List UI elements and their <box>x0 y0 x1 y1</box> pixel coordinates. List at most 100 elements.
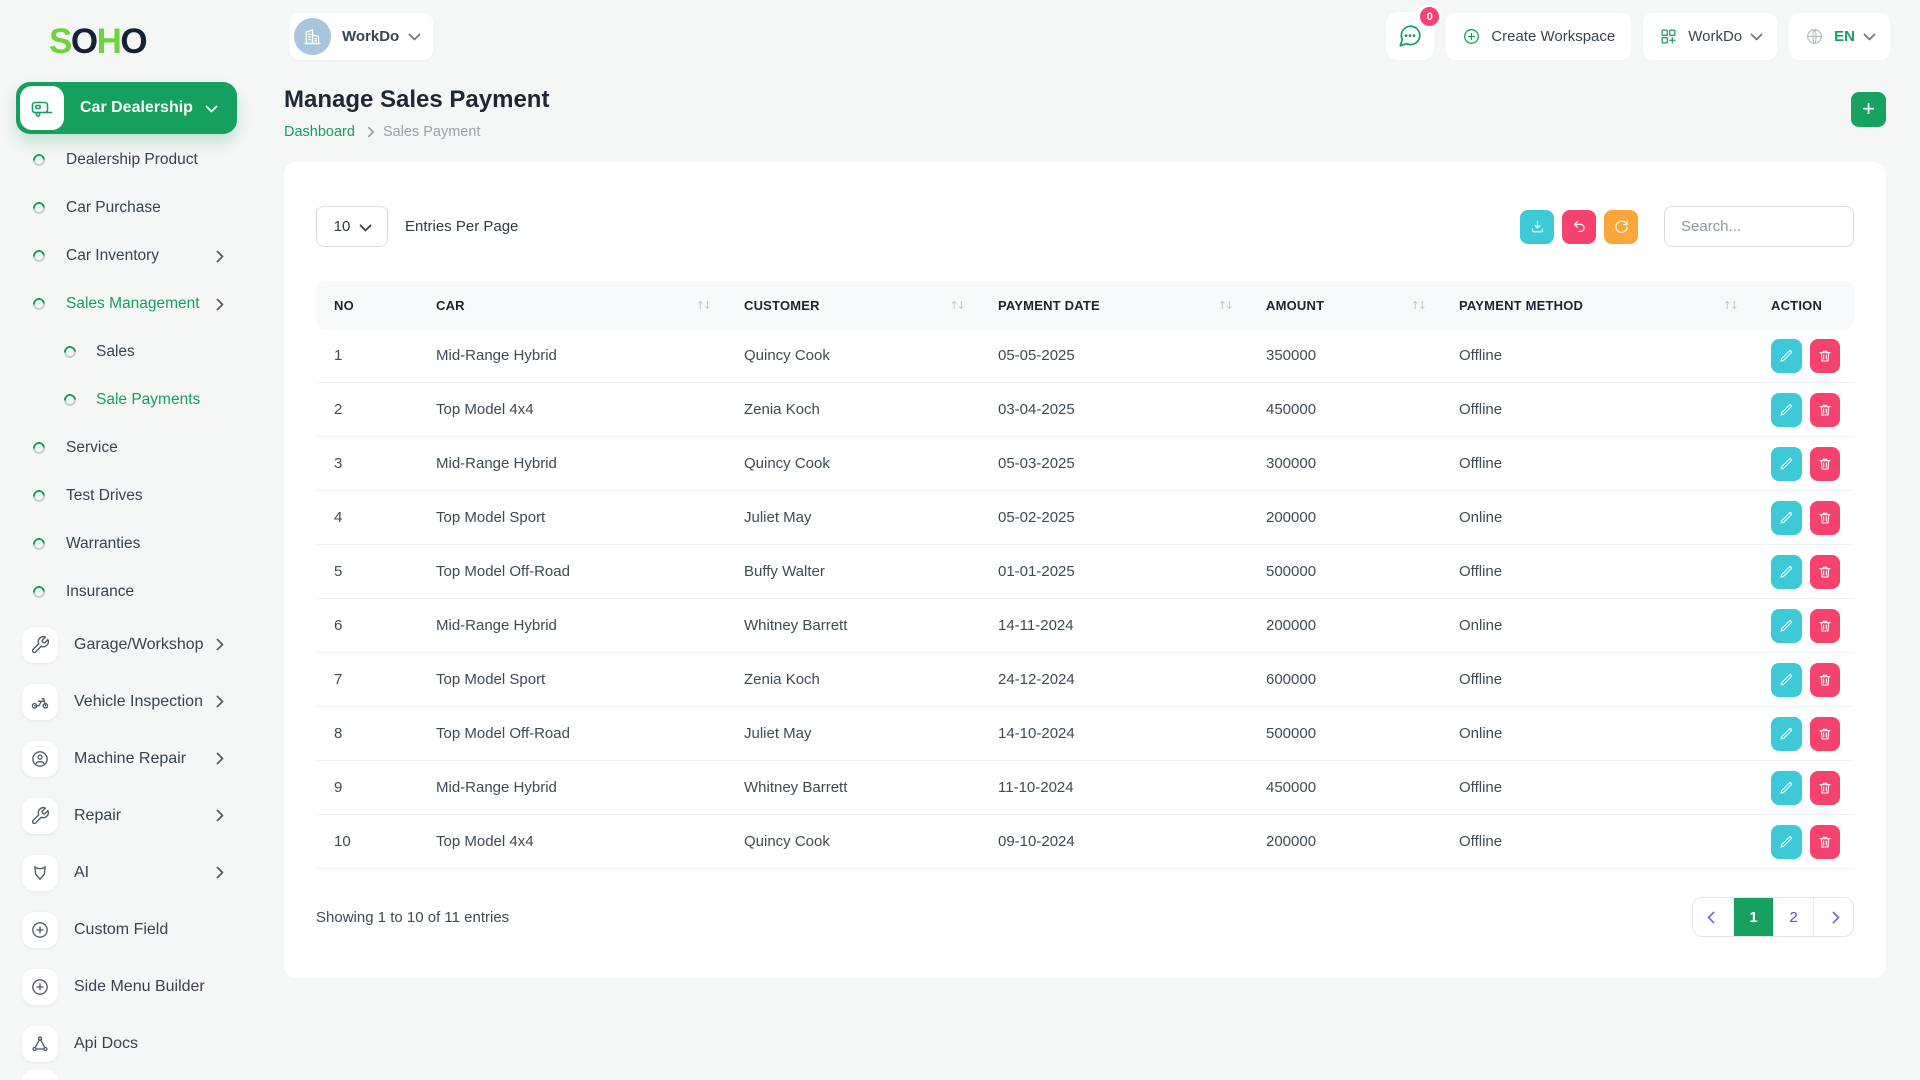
add-payment-button[interactable]: + <box>1851 92 1886 127</box>
sidebar-item-garage-workshop[interactable]: Garage/Workshop <box>0 616 253 673</box>
delete-button[interactable] <box>1810 609 1841 643</box>
cell-payment-method: Online <box>1441 491 1753 545</box>
brand-logo[interactable]: SOHO <box>0 0 253 62</box>
cell-payment-method: Offline <box>1441 815 1753 869</box>
sidebar-item-car-purchase[interactable]: Car Purchase <box>0 184 253 232</box>
column-header-customer[interactable]: CUSTOMER↑↓ <box>726 281 980 329</box>
delete-button[interactable] <box>1810 717 1841 751</box>
edit-button[interactable] <box>1771 771 1802 805</box>
bullet-icon <box>31 440 48 457</box>
create-workspace-button[interactable]: Create Workspace <box>1446 13 1631 60</box>
breadcrumb-dashboard-link[interactable]: Dashboard <box>284 124 355 140</box>
search-input[interactable] <box>1664 206 1854 247</box>
sidebar-item-label: Machine Repair <box>74 750 186 768</box>
sort-icon: ↑↓ <box>696 299 712 312</box>
sidebar-item-sale-payments[interactable]: Sale Payments <box>0 376 253 424</box>
sidebar-item-test-drives[interactable]: Test Drives <box>0 472 253 520</box>
delete-button[interactable] <box>1810 393 1841 427</box>
pagination-page-1[interactable]: 1 <box>1733 898 1773 936</box>
sidebar-item-side-menu-builder[interactable]: Side Menu Builder <box>0 958 253 1015</box>
sidebar-item-label: Sales Management <box>66 295 200 313</box>
cell-amount: 200000 <box>1248 599 1441 653</box>
sidebar-item-machine-repair[interactable]: Machine Repair <box>0 730 253 787</box>
cell-car: Top Model Off-Road <box>418 707 726 761</box>
sidebar-item-car-inventory[interactable]: Car Inventory <box>0 232 253 280</box>
cell-payment-date: 14-10-2024 <box>980 707 1248 761</box>
delete-button[interactable] <box>1810 555 1841 589</box>
page-head: Manage Sales Payment Dashboard Sales Pay… <box>253 60 1920 140</box>
cell-payment-date: 09-10-2024 <box>980 815 1248 869</box>
sidebar-item-car-dealership[interactable]: Car Dealership <box>16 82 237 134</box>
showing-entries-text: Showing 1 to 10 of 11 entries <box>316 909 509 926</box>
pagination-page-2[interactable]: 2 <box>1773 898 1813 936</box>
edit-button[interactable] <box>1771 609 1802 643</box>
cell-payment-method: Offline <box>1441 383 1753 437</box>
sidebar-item-ai[interactable]: AI <box>0 844 253 901</box>
pagination-prev[interactable] <box>1693 898 1733 936</box>
edit-button[interactable] <box>1771 393 1802 427</box>
column-header-amount[interactable]: AMOUNT↑↓ <box>1248 281 1441 329</box>
cell-payment-date: 03-04-2025 <box>980 383 1248 437</box>
workspace-switcher[interactable]: WorkDo <box>289 13 433 60</box>
sidebar-item-vehicle-inspection[interactable]: Vehicle Inspection <box>0 673 253 730</box>
cell-payment-date: 24-12-2024 <box>980 653 1248 707</box>
table-row: 10Top Model 4x4Quincy Cook09-10-20242000… <box>316 815 1854 869</box>
chevron-right-icon <box>211 752 224 765</box>
edit-button[interactable] <box>1771 717 1802 751</box>
sidebar-item-api-docs[interactable]: Api Docs <box>0 1015 253 1072</box>
refresh-button[interactable] <box>1604 210 1638 244</box>
messages-button[interactable]: 0 <box>1386 12 1434 60</box>
cell-payment-method: Offline <box>1441 329 1753 383</box>
sidebar-item-insurance[interactable]: Insurance <box>0 568 253 616</box>
delete-button[interactable] <box>1810 663 1841 697</box>
cell-no: 8 <box>316 707 418 761</box>
column-header-car[interactable]: CAR↑↓ <box>418 281 726 329</box>
sidebar-item-warranties[interactable]: Warranties <box>0 520 253 568</box>
delete-button[interactable] <box>1810 501 1841 535</box>
download-button[interactable] <box>1520 210 1554 244</box>
caravan-icon <box>20 86 64 130</box>
pagination-next[interactable] <box>1813 898 1853 936</box>
column-header-payment-date[interactable]: PAYMENT DATE↑↓ <box>980 281 1248 329</box>
cell-no: 2 <box>316 383 418 437</box>
edit-button[interactable] <box>1771 825 1802 859</box>
delete-button[interactable] <box>1810 447 1841 481</box>
page-title: Manage Sales Payment <box>284 86 549 114</box>
app-root: SOHO Car Dealership Dealership ProductCa… <box>0 0 1920 1080</box>
sidebar-item-dealership-product[interactable]: Dealership Product <box>0 136 253 184</box>
pencil-icon <box>1778 618 1794 634</box>
entries-per-page-select[interactable]: 10 <box>316 206 388 247</box>
cell-customer: Buffy Walter <box>726 545 980 599</box>
cell-action <box>1753 815 1854 869</box>
workspace-avatar <box>294 18 331 55</box>
cell-payment-date: 05-02-2025 <box>980 491 1248 545</box>
cell-no: 6 <box>316 599 418 653</box>
cell-no: 9 <box>316 761 418 815</box>
delete-button[interactable] <box>1810 339 1841 373</box>
cell-customer: Juliet May <box>726 707 980 761</box>
wrench-icon <box>22 798 58 834</box>
delete-button[interactable] <box>1810 771 1841 805</box>
edit-button[interactable] <box>1771 447 1802 481</box>
delete-button[interactable] <box>1810 825 1841 859</box>
pencil-icon <box>1778 510 1794 526</box>
language-selector[interactable]: EN <box>1789 13 1890 60</box>
sidebar-item-custom-field[interactable]: Custom Field <box>0 901 253 958</box>
sidebar-item-label: Garage/Workshop <box>74 636 204 654</box>
sidebar-item-service[interactable]: Service <box>0 424 253 472</box>
sidebar-item-repair[interactable]: Repair <box>0 787 253 844</box>
plus-icon: + <box>1862 98 1875 120</box>
sidebar-item-sales[interactable]: Sales <box>0 328 253 376</box>
edit-button[interactable] <box>1771 555 1802 589</box>
cell-customer: Zenia Koch <box>726 653 980 707</box>
edit-button[interactable] <box>1771 663 1802 697</box>
edit-button[interactable] <box>1771 501 1802 535</box>
column-header-payment-method[interactable]: PAYMENT METHOD↑↓ <box>1441 281 1753 329</box>
sidebar-item-sales-management[interactable]: Sales Management <box>0 280 253 328</box>
workdo-menu-button[interactable]: WorkDo <box>1643 13 1777 60</box>
undo-button[interactable] <box>1562 210 1596 244</box>
edit-button[interactable] <box>1771 339 1802 373</box>
column-header-no: NO <box>316 281 418 329</box>
plus-circle-icon <box>22 969 58 1005</box>
workdo-menu-label: WorkDo <box>1688 28 1742 45</box>
